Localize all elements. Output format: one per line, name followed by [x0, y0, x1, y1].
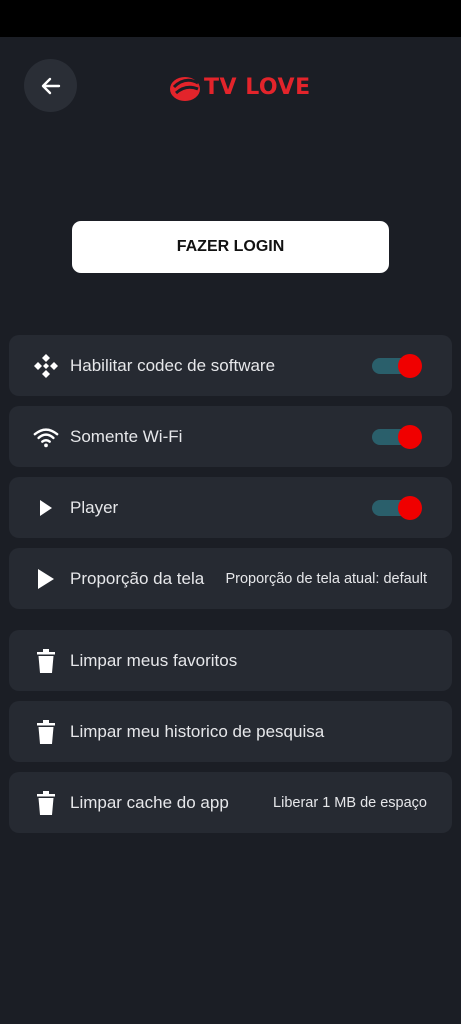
play-icon — [33, 495, 59, 521]
player-toggle[interactable] — [372, 495, 422, 520]
toggle-knob — [398, 353, 422, 378]
setting-row-clear-favorites[interactable]: Limpar meus favoritos — [9, 630, 452, 691]
status-bar — [0, 0, 461, 37]
trash-icon — [33, 648, 59, 674]
arrow-left-icon — [41, 77, 60, 94]
setting-label: Player — [70, 497, 119, 517]
app-logo: TV LOVE — [168, 68, 311, 106]
setting-label: Habilitar codec de software — [70, 355, 276, 375]
setting-row-clear-cache[interactable]: Limpar cache do app Liberar 1 MB de espa… — [9, 772, 452, 833]
setting-label: Limpar cache do app — [70, 792, 229, 812]
toggle-knob — [398, 424, 422, 449]
setting-label: Limpar meus favoritos — [70, 650, 238, 670]
setting-label: Somente Wi-Fi — [70, 426, 183, 446]
setting-value: Proporção de tela atual: default — [225, 570, 427, 587]
logo-text: TV LOVE — [204, 74, 311, 100]
trash-icon — [33, 790, 59, 816]
wifi-only-toggle[interactable] — [372, 424, 422, 449]
setting-row-software-codec[interactable]: Habilitar codec de software — [9, 335, 452, 396]
back-button[interactable] — [24, 59, 77, 112]
setting-label: Proporção da tela — [70, 568, 205, 588]
setting-row-player[interactable]: Player — [9, 477, 452, 538]
toggle-knob — [398, 495, 422, 520]
login-button[interactable]: FAZER LOGIN — [72, 221, 389, 273]
logo-icon — [170, 77, 200, 101]
setting-row-clear-search-history[interactable]: Limpar meu historico de pesquisa — [9, 701, 452, 762]
setting-row-aspect-ratio[interactable]: Proporção da tela Proporção de tela atua… — [9, 548, 452, 609]
setting-label: Limpar meu historico de pesquisa — [70, 721, 325, 741]
setting-row-wifi-only[interactable]: Somente Wi-Fi — [9, 406, 452, 467]
setting-value: Liberar 1 MB de espaço — [273, 794, 427, 811]
wifi-icon — [33, 424, 59, 450]
codec-icon — [33, 353, 59, 379]
software-codec-toggle[interactable] — [372, 353, 422, 378]
play-icon — [33, 566, 59, 592]
trash-icon — [33, 719, 59, 745]
